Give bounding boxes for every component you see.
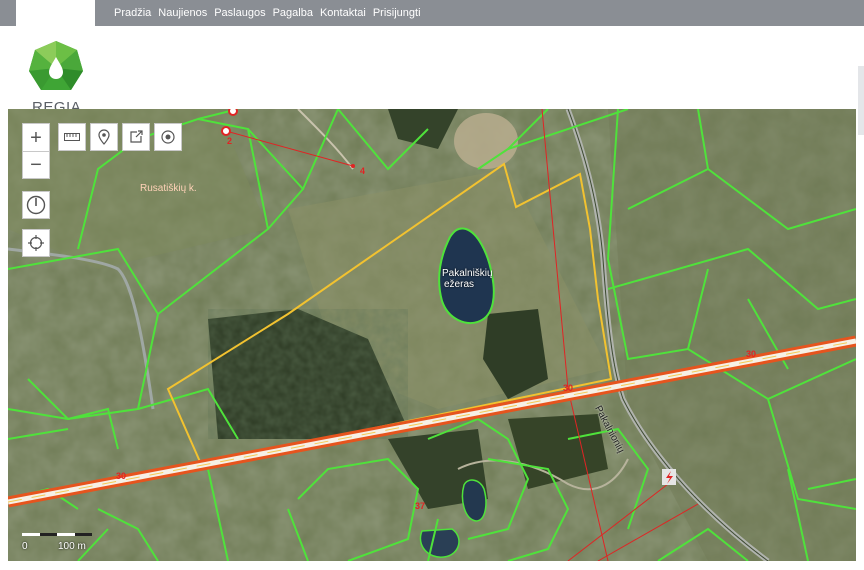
scale-end-label: 100 m [58, 541, 86, 552]
nav-item-pradzia[interactable]: Pradžia [114, 7, 151, 19]
main-nav: Pradžia Naujienos Paslaugos Pagalba Kont… [114, 0, 428, 26]
header-divider [858, 66, 864, 135]
target-icon [161, 130, 175, 144]
place-pin-button[interactable] [90, 123, 118, 151]
scale-bar [22, 533, 92, 536]
identify-button[interactable] [154, 123, 182, 151]
point-marker-2[interactable] [221, 126, 231, 136]
road-number-right: 30 [746, 349, 757, 359]
point-marker-top[interactable] [228, 109, 238, 116]
nav-item-pagalba[interactable]: Pagalba [273, 7, 313, 19]
lake-label-line1: Pakalniškių [442, 268, 493, 279]
compass-button[interactable] [22, 191, 50, 219]
nav-item-naujienos[interactable]: Naujienos [158, 7, 207, 19]
lake-label-line2: ežeras [444, 279, 475, 290]
scale-start-label: 0 [22, 541, 28, 552]
point-label-2: 2 [227, 136, 233, 146]
locate-icon [28, 235, 44, 251]
road-number-mid: 30 [563, 383, 574, 393]
village-label: Rusatiškių k. [140, 183, 197, 194]
map-canvas[interactable] [8, 109, 856, 561]
locate-button[interactable] [22, 229, 50, 257]
nav-item-prisijungti[interactable]: Prisijungti [373, 7, 421, 19]
regia-logo-icon[interactable] [28, 40, 84, 96]
parcel-number-label: 37 [415, 501, 426, 511]
share-icon [130, 130, 143, 143]
nav-item-paslaugos[interactable]: Paslaugos [214, 7, 265, 19]
point-label-4: 4 [360, 166, 366, 176]
point-marker-4 [351, 164, 355, 168]
zoom-out-button[interactable]: − [22, 151, 50, 179]
page-footer [0, 561, 864, 570]
top-navigation-bar: Pradžia Naujienos Paslaugos Pagalba Kont… [0, 0, 864, 26]
zoom-in-button[interactable]: + [22, 123, 50, 151]
nav-item-kontaktai[interactable]: Kontaktai [320, 7, 366, 19]
map-viewport[interactable]: Rusatiškių k. Pakalniškių ežeras Pakalni… [8, 109, 856, 561]
bare-soil-patch [454, 113, 518, 169]
logo-tab [16, 0, 95, 26]
pin-icon [98, 129, 110, 145]
share-button[interactable] [122, 123, 150, 151]
site-header: REGIA [0, 26, 864, 135]
measure-button[interactable] [58, 123, 86, 151]
road-number-left: 30 [116, 471, 127, 481]
ruler-icon [64, 133, 80, 141]
compass-icon [26, 195, 46, 215]
